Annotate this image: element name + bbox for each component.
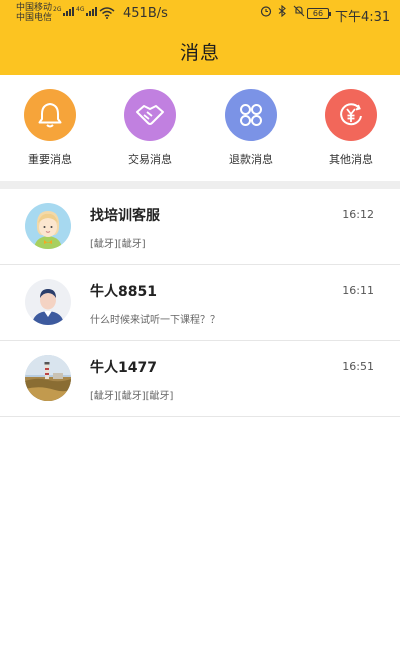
- page-title: 消息: [179, 42, 220, 64]
- message-preview: [龇牙][龇牙][龇牙]: [90, 391, 174, 402]
- message-item[interactable]: 找培训客服 16:12 [龇牙][龇牙]: [0, 189, 400, 265]
- signal-1-icon: 2G: [53, 6, 75, 16]
- message-item[interactable]: 牛人1477 16:51 [龇牙][龇牙][龇牙]: [0, 341, 400, 417]
- message-time: 16:11: [342, 284, 374, 297]
- net-type-2: 4G: [76, 6, 85, 13]
- message-time: 16:51: [342, 360, 374, 373]
- contact-name: 找培训客服: [90, 208, 160, 224]
- category-other[interactable]: 其他消息: [311, 89, 391, 167]
- alarm-icon: [260, 6, 272, 17]
- bluetooth-icon: [278, 5, 286, 17]
- battery-icon: 66: [307, 8, 331, 19]
- category-important[interactable]: 重要消息: [10, 89, 90, 167]
- category-refund[interactable]: 退款消息: [211, 89, 291, 167]
- yen-icon: [325, 89, 377, 141]
- app-header: 中国移动 中国电信 2G 4G 451B/s 66 下午4:31 消息: [0, 0, 400, 75]
- mute-icon: [293, 5, 305, 17]
- contact-name: 牛人8851: [90, 284, 157, 300]
- category-trade[interactable]: 交易消息: [110, 89, 190, 167]
- wifi-icon: [99, 7, 115, 19]
- message-item[interactable]: 牛人8851 16:11 什么时候来试听一下课程？？: [0, 265, 400, 341]
- system-icons: [260, 5, 305, 17]
- message-time: 16:12: [342, 208, 374, 221]
- net-speed: 451B/s: [123, 6, 168, 21]
- status-bar: 中国移动 中国电信 2G 4G 451B/s 66 下午4:31: [0, 0, 400, 28]
- message-preview: [龇牙][龇牙]: [90, 239, 146, 250]
- carrier-labels: 中国移动 中国电信: [16, 3, 52, 23]
- lighthouse-photo-avatar: [25, 355, 71, 401]
- bell-icon: [24, 89, 76, 141]
- net-type-1: 2G: [53, 6, 62, 13]
- signal-2-icon: 4G: [76, 6, 98, 16]
- default-person-avatar: [25, 279, 71, 325]
- message-categories: 重要消息 交易消息 退款消息 其他消息: [0, 75, 400, 181]
- category-label: 交易消息: [128, 153, 172, 166]
- category-label: 退款消息: [229, 153, 273, 166]
- carrier-1: 中国移动: [16, 3, 53, 13]
- cartoon-girl-avatar: [25, 203, 71, 249]
- handshake-icon: [124, 89, 176, 141]
- category-label: 重要消息: [28, 153, 72, 166]
- contact-name: 牛人1477: [90, 360, 157, 376]
- clock: 下午4:31: [335, 10, 391, 25]
- message-preview: 什么时候来试听一下课程？？: [90, 315, 220, 326]
- category-label: 其他消息: [329, 153, 373, 166]
- carrier-2: 中国电信: [16, 13, 53, 23]
- clover-icon: [225, 89, 277, 141]
- section-divider: [0, 181, 400, 189]
